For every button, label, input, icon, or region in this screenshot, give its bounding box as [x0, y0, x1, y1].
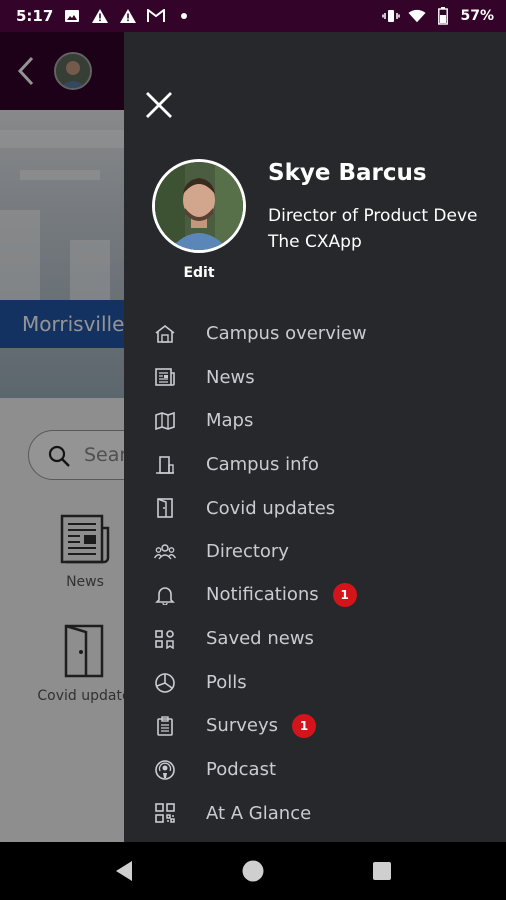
saved-icon [154, 628, 176, 650]
building-icon [154, 454, 176, 476]
podcast-icon [154, 759, 176, 781]
notification-badge: 1 [332, 583, 357, 608]
people-icon [154, 541, 176, 563]
menu-label: Maps [206, 410, 254, 432]
status-time: 5:17 [16, 7, 54, 25]
menu-item-polls[interactable]: Polls [124, 661, 506, 705]
menu-item-directory[interactable]: Directory [124, 530, 506, 574]
menu-label: Campus overview [206, 323, 367, 345]
dot-icon [175, 7, 193, 25]
profile-avatar[interactable] [152, 159, 246, 253]
image-icon [63, 7, 81, 25]
menu-item-surveys[interactable]: Surveys 1 [124, 704, 506, 748]
menu-label: Notifications [206, 584, 319, 606]
menu-label: News [206, 366, 255, 388]
alert-icon [91, 7, 109, 25]
menu-label: Covid updates [206, 497, 336, 519]
pie-chart-icon [154, 672, 176, 694]
nav-back-icon[interactable] [109, 856, 139, 886]
news-icon [154, 366, 176, 388]
system-nav-bar [0, 842, 506, 900]
survey-badge: 1 [292, 714, 316, 739]
profile-company: The CXApp [268, 232, 362, 252]
campus-icon [154, 323, 176, 345]
battery-percent: 57% [460, 8, 494, 24]
menu-label: Polls [206, 672, 247, 694]
menu-item-notifications[interactable]: Notifications 1 [124, 574, 506, 618]
menu-item-campus-info[interactable]: Campus info [124, 443, 506, 487]
battery-icon [434, 7, 452, 25]
menu-item-saved-news[interactable]: Saved news [124, 617, 506, 661]
menu-label: Surveys [206, 715, 278, 737]
menu-item-at-a-glance[interactable]: At A Glance [124, 792, 506, 836]
profile-job-title: Director of Product Deve [268, 206, 478, 226]
alert-icon [119, 7, 137, 25]
gmail-icon [147, 7, 166, 25]
profile-name: Skye Barcus [268, 160, 427, 186]
menu-label: Saved news [206, 628, 314, 650]
map-icon [154, 410, 176, 432]
menu-label: Directory [206, 541, 289, 563]
wifi-icon [408, 7, 427, 25]
clipboard-icon [154, 715, 176, 737]
menu-item-covid-updates[interactable]: Covid updates [124, 486, 506, 530]
status-bar: 5:17 57% [0, 0, 506, 32]
bell-icon [154, 584, 176, 606]
menu-label: Campus info [206, 454, 319, 476]
close-icon[interactable] [144, 90, 174, 120]
menu-item-news[interactable]: News [124, 356, 506, 400]
menu-label: At A Glance [206, 802, 312, 824]
nav-home-icon[interactable] [238, 856, 268, 886]
menu-item-campus-overview[interactable]: Campus overview [124, 312, 506, 356]
nav-recents-icon[interactable] [367, 856, 397, 886]
vibrate-icon [382, 7, 401, 25]
menu-item-maps[interactable]: Maps [124, 399, 506, 443]
navigation-drawer: Edit Skye Barcus Director of Product Dev… [124, 32, 506, 842]
edit-profile-link[interactable]: Edit [152, 265, 246, 281]
door-icon [154, 497, 176, 519]
qr-code-icon [154, 802, 176, 824]
drawer-menu: Campus overview News Maps Campus info Co… [124, 312, 506, 835]
menu-label: Podcast [206, 759, 277, 781]
menu-item-podcast[interactable]: Podcast [124, 748, 506, 792]
